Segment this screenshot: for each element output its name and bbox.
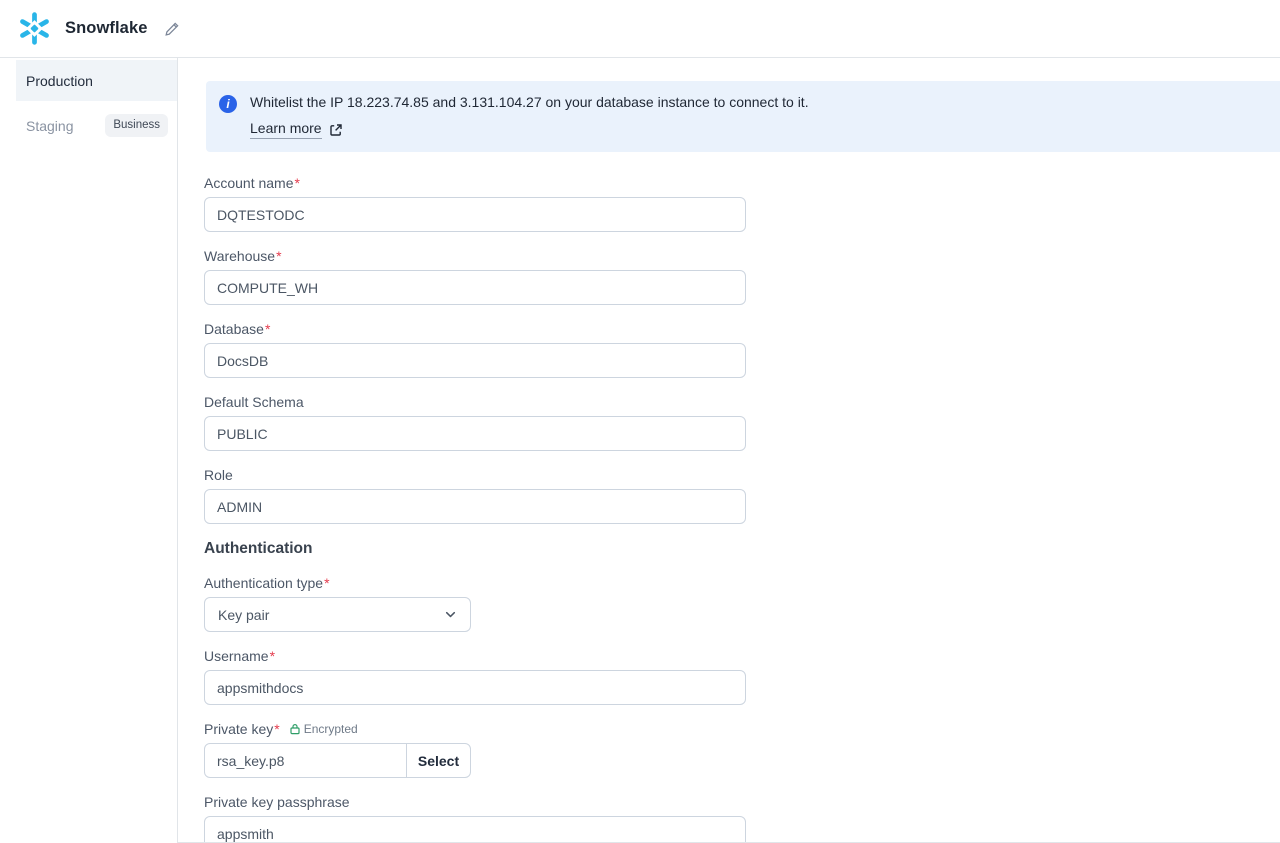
private-key-file-name[interactable]: rsa_key.p8 — [204, 743, 407, 778]
warehouse-input[interactable] — [204, 270, 746, 305]
selected-auth-type: Key pair — [218, 607, 269, 623]
default-schema-field: Default Schema — [204, 394, 746, 451]
required-asterisk: * — [265, 321, 270, 337]
chevron-down-icon — [444, 608, 457, 621]
account-name-input[interactable] — [204, 197, 746, 232]
passphrase-input[interactable] — [204, 816, 746, 843]
external-link-icon — [329, 123, 343, 137]
datasource-form: Account name* Warehouse* Database* Defau… — [178, 152, 1280, 843]
passphrase-label: Private key passphrase — [204, 794, 746, 810]
select-file-button[interactable]: Select — [406, 743, 471, 778]
database-label: Database* — [204, 321, 746, 337]
role-label: Role — [204, 467, 746, 483]
username-input[interactable] — [204, 670, 746, 705]
warehouse-field: Warehouse* — [204, 248, 746, 305]
encrypted-badge: Encrypted — [289, 721, 358, 737]
passphrase-field: Private key passphrase — [204, 794, 746, 843]
info-icon: i — [219, 95, 237, 113]
encrypted-label: Encrypted — [304, 721, 358, 737]
authentication-type-select[interactable]: Key pair — [204, 597, 471, 632]
environment-sidebar: Production Staging Business — [0, 58, 177, 843]
private-key-field: Private key* Encrypted rsa_key.p8 Sele — [204, 721, 746, 778]
account-name-field: Account name* — [204, 175, 746, 232]
datasource-config-panel: i Whitelist the IP 18.223.74.85 and 3.13… — [177, 58, 1280, 843]
required-asterisk: * — [276, 248, 281, 264]
default-schema-label: Default Schema — [204, 394, 746, 410]
required-asterisk: * — [295, 175, 300, 191]
whitelist-message: Whitelist the IP 18.223.74.85 and 3.131.… — [250, 94, 809, 110]
authentication-type-label: Authentication type* — [204, 575, 746, 591]
datasource-header: Snowflake — [0, 0, 1280, 58]
default-schema-input[interactable] — [204, 416, 746, 451]
required-asterisk: * — [324, 575, 329, 591]
sidebar-item-production[interactable]: Production — [16, 60, 177, 101]
snowflake-logo-icon — [16, 10, 53, 47]
username-label: Username* — [204, 648, 746, 664]
production-label: Production — [26, 73, 93, 89]
database-field: Database* — [204, 321, 746, 378]
warehouse-label: Warehouse* — [204, 248, 746, 264]
datasource-title: Snowflake — [65, 19, 148, 38]
role-field: Role — [204, 467, 746, 524]
learn-more-link[interactable]: Learn more — [250, 120, 322, 139]
business-plan-badge: Business — [105, 114, 168, 138]
account-name-label: Account name* — [204, 175, 746, 191]
username-field: Username* — [204, 648, 746, 705]
sidebar-item-staging[interactable]: Staging Business — [16, 105, 177, 146]
role-input[interactable] — [204, 489, 746, 524]
required-asterisk: * — [270, 648, 275, 664]
private-key-label: Private key* Encrypted — [204, 721, 746, 737]
edit-name-pencil-icon[interactable] — [164, 21, 180, 37]
whitelist-info-banner: i Whitelist the IP 18.223.74.85 and 3.13… — [206, 81, 1280, 152]
authentication-section-title: Authentication — [204, 540, 1280, 558]
database-input[interactable] — [204, 343, 746, 378]
staging-label: Staging — [26, 118, 73, 134]
authentication-type-field: Authentication type* Key pair — [204, 575, 746, 632]
lock-icon — [289, 723, 301, 735]
required-asterisk: * — [274, 721, 279, 737]
